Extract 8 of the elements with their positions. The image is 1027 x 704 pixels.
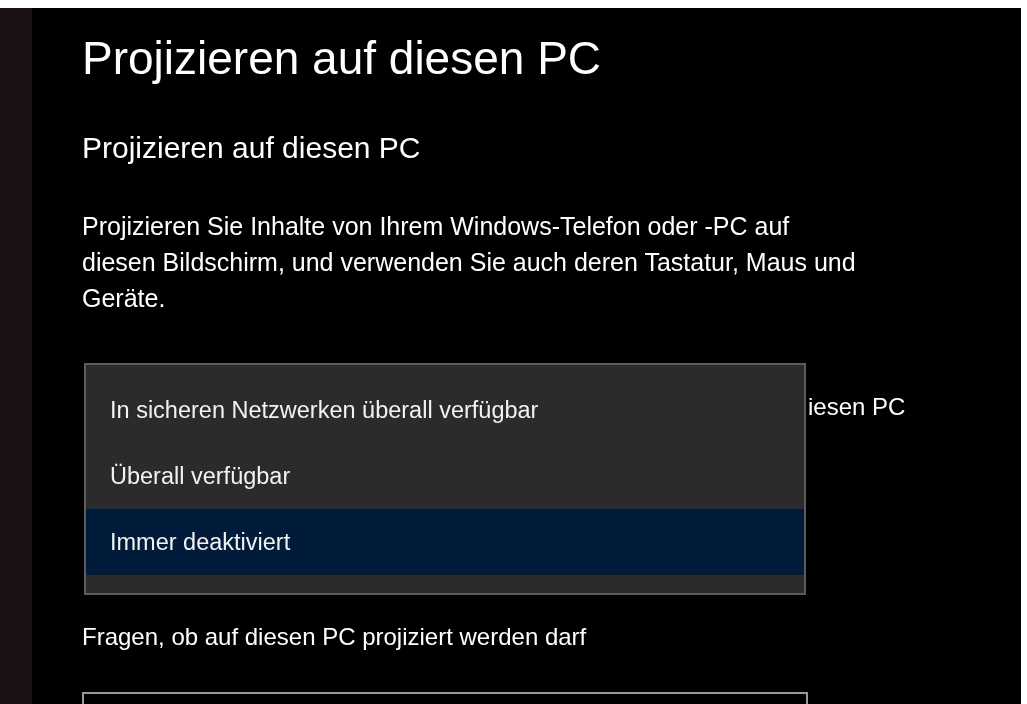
description-text: Projizieren Sie Inhalte von Ihrem Windows-Telefon oder -PC auf diesen Bildschirm, und verwenden Sie auch deren Tastatur, Maus und Geräte. <box>82 211 857 314</box>
page-title: Projizieren auf diesen PC <box>82 31 603 86</box>
section-heading: Projizieren auf diesen PC <box>82 130 422 166</box>
setting-label: Fragen, ob auf diesen PC projiziert werden darf <box>82 623 587 650</box>
menu-item[interactable]: Immer deaktiviert <box>86 509 804 575</box>
setting-label: iesen PC <box>808 393 906 420</box>
menu-item[interactable]: In sicheren Netzwerken überall verfügbar <box>86 377 804 443</box>
menu-item[interactable]: Überall verfügbar <box>86 443 804 509</box>
